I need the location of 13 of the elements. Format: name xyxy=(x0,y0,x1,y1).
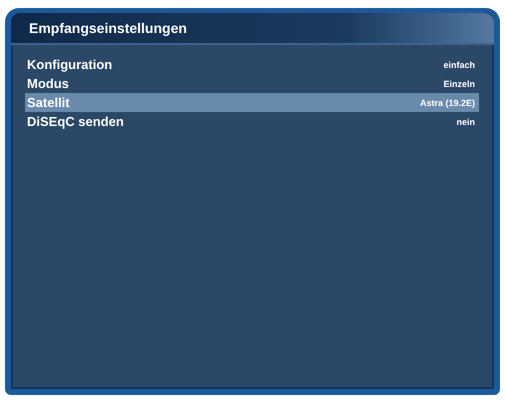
setting-value: nein xyxy=(456,116,475,126)
menu-row[interactable]: Modus Einzeln xyxy=(25,74,479,93)
menu-row[interactable]: DiSEqC senden nein xyxy=(25,112,479,131)
setting-value: Einzeln xyxy=(443,78,475,88)
setting-value: Astra (19.2E) xyxy=(420,98,475,108)
setting-label: Modus xyxy=(27,76,69,91)
menu-row[interactable]: Konfiguration einfach xyxy=(25,55,479,74)
menu-row[interactable]: Satellit Astra (19.2E) xyxy=(25,93,479,112)
setting-label: Satellit xyxy=(27,95,70,110)
setting-label: Konfiguration xyxy=(27,57,112,72)
window-title: Empfangseinstellungen xyxy=(29,20,187,36)
setting-value: einfach xyxy=(443,60,475,70)
setting-label: DiSEqC senden xyxy=(27,114,124,129)
